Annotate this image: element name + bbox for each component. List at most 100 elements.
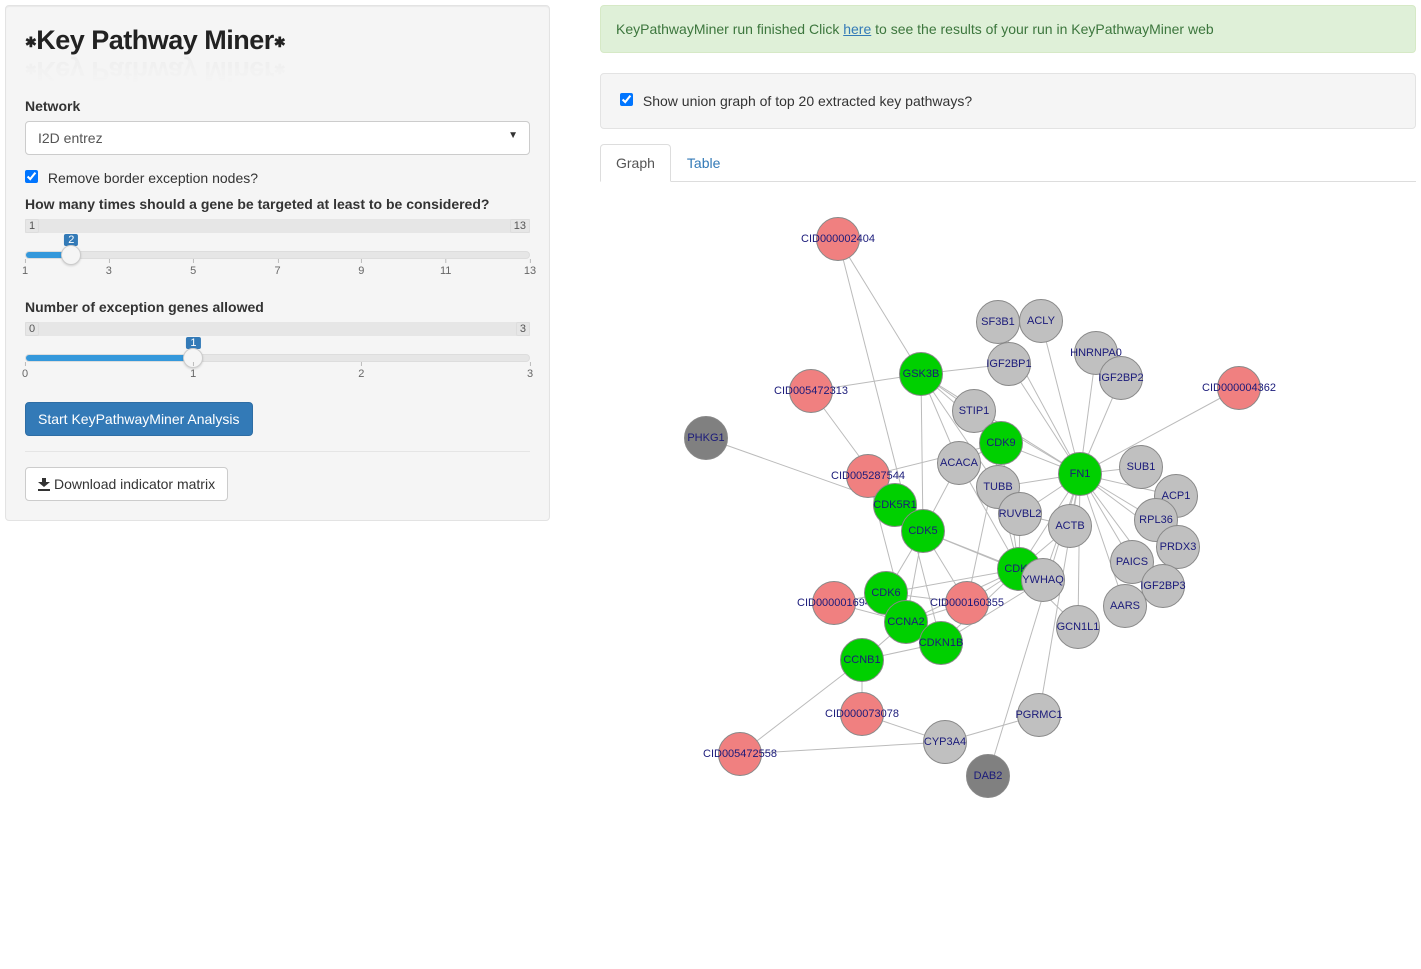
target-count-slider: How many times should a gene be targeted… bbox=[25, 196, 530, 279]
graph-node-label: GSK3B bbox=[903, 368, 940, 380]
slider-track[interactable]: 1 bbox=[25, 354, 530, 362]
exception-genes-slider: Number of exception genes allowed 0 3 1 … bbox=[25, 299, 530, 382]
graph-node-label: PHKG1 bbox=[687, 432, 724, 444]
slider-tick: 9 bbox=[358, 265, 364, 277]
network-label: Network bbox=[25, 98, 530, 114]
slider-tick: 1 bbox=[190, 368, 196, 380]
network-select[interactable]: I2D entrez bbox=[25, 121, 530, 155]
graph-node[interactable]: ACLY bbox=[1019, 299, 1063, 343]
graph-node-label: CDK6 bbox=[871, 587, 900, 599]
remove-border-checkbox[interactable] bbox=[25, 170, 38, 183]
graph-node-label: PAICS bbox=[1116, 556, 1148, 568]
graph-node-label: DAB2 bbox=[974, 770, 1003, 782]
graph-node-label: IGF2BP2 bbox=[1098, 372, 1143, 384]
graph-node-label: CDK5R1 bbox=[873, 499, 916, 511]
graph-node-label: IGF2BP3 bbox=[1140, 580, 1185, 592]
tab-table[interactable]: Table bbox=[671, 144, 736, 182]
graph-node[interactable]: DAB2 bbox=[966, 754, 1010, 798]
download-matrix-button[interactable]: Download indicator matrix bbox=[25, 467, 228, 501]
graph-node-label: CDK9 bbox=[986, 437, 1015, 449]
graph-node[interactable]: CDK9 bbox=[979, 421, 1023, 465]
graph-node[interactable]: CYP3A4 bbox=[923, 720, 967, 764]
graph-node[interactable]: CID000160355 bbox=[945, 581, 989, 625]
slider-max: 3 bbox=[516, 322, 530, 336]
graph-node[interactable]: GCN1L1 bbox=[1056, 605, 1100, 649]
network-graph[interactable]: CID000002404SF3B1ACLYHNRNPA0IGF2BP1IGF2B… bbox=[600, 187, 1416, 867]
graph-node[interactable]: SUB1 bbox=[1119, 445, 1163, 489]
graph-node[interactable]: GSK3B bbox=[899, 352, 943, 396]
graph-node-label: CID000160355 bbox=[930, 597, 1004, 609]
union-graph-checkbox[interactable] bbox=[620, 93, 633, 106]
graph-node[interactable]: ACACA bbox=[937, 441, 981, 485]
graph-node[interactable]: IGF2BP1 bbox=[987, 342, 1031, 386]
start-analysis-button[interactable]: Start KeyPathwayMiner Analysis bbox=[25, 402, 253, 436]
graph-node[interactable]: IGF2BP3 bbox=[1141, 564, 1185, 608]
exception-genes-slider-label: Number of exception genes allowed bbox=[25, 299, 530, 315]
slider-tick: 13 bbox=[524, 265, 536, 277]
slider-tick: 3 bbox=[527, 368, 533, 380]
graph-node-label: CID005472558 bbox=[703, 748, 777, 760]
graph-node-label: CDK5 bbox=[908, 525, 937, 537]
graph-node-label: CID000002404 bbox=[801, 233, 875, 245]
graph-node-label: CDKN1B bbox=[919, 637, 964, 649]
slider-tick: 0 bbox=[22, 368, 28, 380]
graph-node[interactable]: CID000001694 bbox=[812, 581, 856, 625]
graph-node-label: ACTB bbox=[1055, 520, 1084, 532]
app-logo: ✱Key Pathway Miner✱ ✱Key Pathway Miner✱ bbox=[25, 25, 530, 56]
graph-node-label: CID005472313 bbox=[774, 385, 848, 397]
graph-node[interactable]: ACTB bbox=[1048, 504, 1092, 548]
slider-track[interactable]: 2 bbox=[25, 251, 530, 259]
graph-node[interactable]: PHKG1 bbox=[684, 416, 728, 460]
slider-tick: 11 bbox=[440, 265, 451, 277]
graph-node[interactable]: CID000073078 bbox=[840, 692, 884, 736]
graph-node-label: CCNA2 bbox=[887, 616, 924, 628]
result-tabs: Graph Table bbox=[600, 144, 1416, 182]
graph-node[interactable]: SF3B1 bbox=[976, 300, 1020, 344]
slider-tick: 3 bbox=[106, 265, 112, 277]
graph-node[interactable]: CDKN1B bbox=[919, 621, 963, 665]
slider-tick: 7 bbox=[274, 265, 280, 277]
graph-node-label: ACLY bbox=[1027, 315, 1055, 327]
graph-node[interactable]: PRDX3 bbox=[1156, 525, 1200, 569]
graph-node-label: CID000001694 bbox=[797, 597, 871, 609]
graph-node-label: RPL36 bbox=[1139, 514, 1173, 526]
slider-tick: 1 bbox=[22, 265, 28, 277]
graph-node-label: AARS bbox=[1110, 600, 1140, 612]
graph-node-label: CID000073078 bbox=[825, 708, 899, 720]
target-count-slider-label: How many times should a gene be targeted… bbox=[25, 196, 530, 212]
results-link[interactable]: here bbox=[843, 21, 871, 37]
graph-node-label: IGF2BP1 bbox=[986, 358, 1031, 370]
graph-node-label: CID005287544 bbox=[831, 470, 905, 482]
union-graph-checkbox-label[interactable]: Show union graph of top 20 extracted key… bbox=[620, 93, 972, 109]
slider-max: 13 bbox=[510, 219, 530, 233]
remove-border-checkbox-label[interactable]: Remove border exception nodes? bbox=[25, 170, 258, 186]
graph-node[interactable]: CID005472313 bbox=[789, 369, 833, 413]
graph-node-label: CID000004362 bbox=[1202, 382, 1276, 394]
slider-fill bbox=[26, 355, 193, 361]
graph-node[interactable]: CID000002404 bbox=[816, 217, 860, 261]
slider-thumb[interactable] bbox=[61, 245, 81, 265]
success-alert: KeyPathwayMiner run finished Click here … bbox=[600, 5, 1416, 53]
download-icon bbox=[38, 478, 50, 490]
graph-node-label: PRDX3 bbox=[1160, 541, 1197, 553]
tab-graph[interactable]: Graph bbox=[600, 144, 671, 182]
graph-node-label: PGRMC1 bbox=[1015, 709, 1062, 721]
graph-node[interactable]: YWHAQ bbox=[1021, 558, 1065, 602]
graph-node[interactable]: CDK5 bbox=[901, 509, 945, 553]
graph-node-label: YWHAQ bbox=[1022, 574, 1064, 586]
slider-tick: 5 bbox=[190, 265, 196, 277]
graph-node-label: STIP1 bbox=[959, 405, 990, 417]
graph-options-panel: Show union graph of top 20 extracted key… bbox=[600, 73, 1416, 129]
graph-node[interactable]: CID000004362 bbox=[1217, 366, 1261, 410]
graph-node[interactable]: RUVBL2 bbox=[998, 492, 1042, 536]
graph-node[interactable]: CID005472558 bbox=[718, 732, 762, 776]
graph-node-label: CYP3A4 bbox=[924, 736, 966, 748]
graph-node-label: GCN1L1 bbox=[1057, 621, 1100, 633]
graph-node[interactable]: FN1 bbox=[1058, 452, 1102, 496]
graph-node[interactable]: AARS bbox=[1103, 584, 1147, 628]
config-panel: ✱Key Pathway Miner✱ ✱Key Pathway Miner✱ … bbox=[5, 5, 550, 521]
graph-node[interactable]: CCNB1 bbox=[840, 638, 884, 682]
graph-node-label: TUBB bbox=[983, 481, 1012, 493]
graph-node[interactable]: PGRMC1 bbox=[1017, 693, 1061, 737]
graph-node[interactable]: IGF2BP2 bbox=[1099, 356, 1143, 400]
